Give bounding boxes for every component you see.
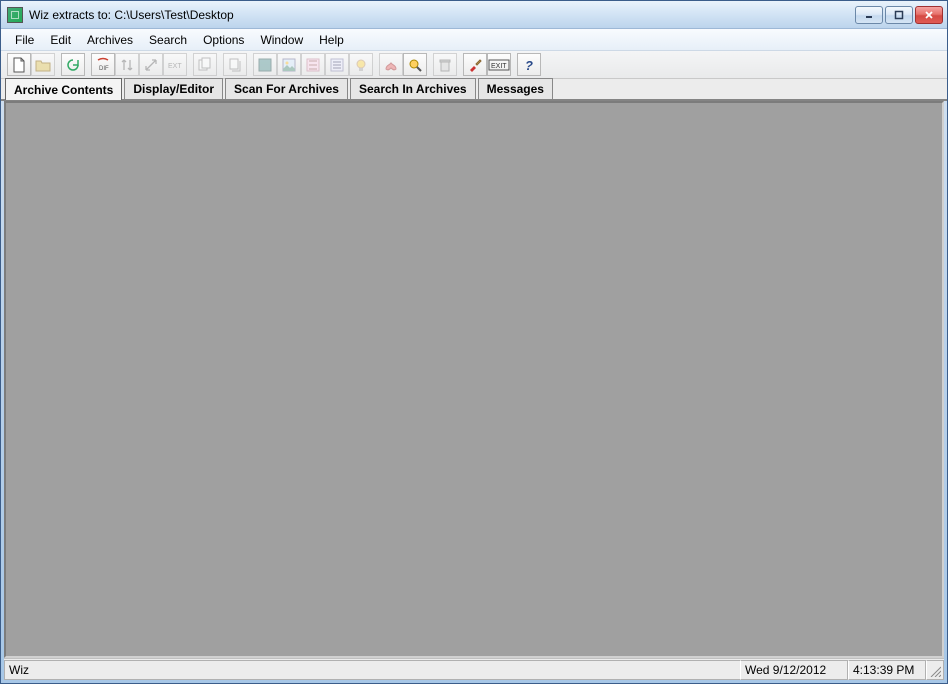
menu-archives[interactable]: Archives (79, 30, 141, 50)
menu-search[interactable]: Search (141, 30, 195, 50)
toolbar-add-button[interactable] (193, 53, 217, 76)
toolbar-help-button[interactable]: ? (517, 53, 541, 76)
menu-edit[interactable]: Edit (42, 30, 79, 50)
close-icon (924, 10, 934, 20)
toolbar-fav-button[interactable] (379, 53, 403, 76)
app-window: Wiz extracts to: C:\Users\Test\Desktop F… (0, 0, 948, 684)
favorite-icon (383, 57, 399, 73)
open-folder-icon (35, 57, 51, 73)
minimize-icon (864, 10, 874, 20)
menu-file[interactable]: File (7, 30, 42, 50)
toolbar-brush-button[interactable] (463, 53, 487, 76)
toolbar-extract-dir-button[interactable]: DIF (91, 53, 115, 76)
title-bar: Wiz extracts to: C:\Users\Test\Desktop (1, 1, 947, 29)
toolbar-open-button[interactable] (31, 53, 55, 76)
ext-icon: EXT (167, 57, 183, 73)
picture-icon (281, 57, 297, 73)
toolbar: DIF EXT (1, 51, 947, 79)
toolbar-exit-button[interactable]: EXIT (487, 53, 511, 76)
view-grid-icon (257, 57, 273, 73)
menu-window[interactable]: Window (252, 30, 311, 50)
copy-icon (227, 57, 243, 73)
archive-contents-area (4, 101, 944, 658)
tab-search-in-archives[interactable]: Search In Archives (350, 78, 476, 99)
svg-text:EXIT: EXIT (491, 63, 507, 70)
brush-icon (467, 57, 483, 73)
toolbar-refresh-button[interactable] (61, 53, 85, 76)
tab-scan-for-archives[interactable]: Scan For Archives (225, 78, 348, 99)
tree-icon (305, 57, 321, 73)
toolbar-view1-button[interactable] (253, 53, 277, 76)
resize-grip-icon (929, 665, 941, 677)
new-file-icon (11, 57, 27, 73)
cross-arrows-icon (143, 57, 159, 73)
toolbar-delete-button[interactable] (433, 53, 457, 76)
trash-icon (437, 57, 453, 73)
toolbar-view4-button[interactable] (325, 53, 349, 76)
status-time: 4:13:39 PM (848, 660, 926, 680)
menu-options[interactable]: Options (195, 30, 252, 50)
add-files-icon (197, 57, 213, 73)
toolbar-new-button[interactable] (7, 53, 31, 76)
status-bar: Wiz Wed 9/12/2012 4:13:39 PM (4, 658, 944, 680)
toolbar-extract-here2-button[interactable] (139, 53, 163, 76)
toolbar-bulb-button[interactable] (349, 53, 373, 76)
magnifier-icon (407, 57, 423, 73)
refresh-icon (65, 57, 81, 73)
toolbar-view2-button[interactable] (277, 53, 301, 76)
svg-text:DIF: DIF (99, 66, 109, 72)
exit-icon: EXIT (488, 57, 510, 73)
toolbar-extract-here1-button[interactable] (115, 53, 139, 76)
svg-text:?: ? (525, 58, 533, 73)
help-icon: ? (521, 57, 537, 73)
minimize-button[interactable] (855, 6, 883, 24)
app-icon (7, 7, 23, 23)
maximize-button[interactable] (885, 6, 913, 24)
window-controls (855, 6, 943, 24)
extract-dir-icon: DIF (95, 57, 111, 73)
tab-strip: Archive Contents Display/Editor Scan For… (1, 79, 947, 101)
status-date: Wed 9/12/2012 (740, 660, 848, 680)
menu-help[interactable]: Help (311, 30, 352, 50)
toolbar-search-button[interactable] (403, 53, 427, 76)
tab-display-editor[interactable]: Display/Editor (124, 78, 223, 99)
svg-text:EXT: EXT (168, 63, 182, 70)
updown-icon (119, 57, 135, 73)
close-button[interactable] (915, 6, 943, 24)
toolbar-view3-button[interactable] (301, 53, 325, 76)
resize-grip[interactable] (926, 660, 944, 680)
list-icon (329, 57, 345, 73)
maximize-icon (894, 10, 904, 20)
tab-archive-contents[interactable]: Archive Contents (5, 78, 122, 100)
tab-messages[interactable]: Messages (478, 78, 553, 99)
menu-bar: File Edit Archives Search Options Window… (1, 29, 947, 51)
toolbar-extract-ext-button[interactable]: EXT (163, 53, 187, 76)
toolbar-copy-button[interactable] (223, 53, 247, 76)
status-app-name: Wiz (4, 660, 740, 680)
window-title: Wiz extracts to: C:\Users\Test\Desktop (29, 8, 855, 22)
bulb-icon (353, 57, 369, 73)
